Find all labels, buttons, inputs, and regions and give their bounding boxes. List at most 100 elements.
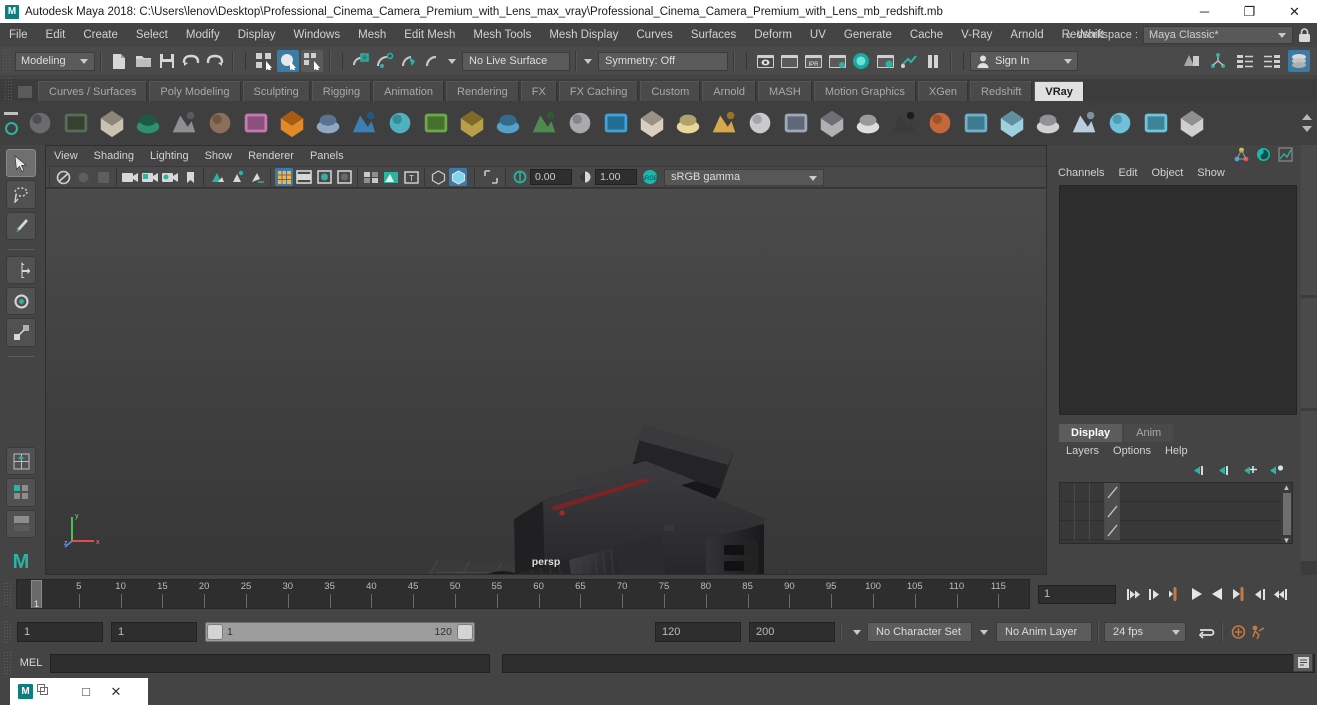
lasso-select-tool[interactable]	[6, 180, 36, 209]
hypershade-icon[interactable]	[850, 50, 872, 72]
channel-box-icon[interactable]	[1261, 50, 1283, 72]
fps-dropdown[interactable]: 24 fps	[1104, 622, 1186, 642]
menu-windows[interactable]: Windows	[284, 23, 349, 47]
camera-near-clip-icon[interactable]	[141, 168, 159, 186]
render-current-frame-icon[interactable]	[778, 50, 800, 72]
time-cursor[interactable]: 1	[31, 580, 42, 608]
vray-light-dome-icon[interactable]	[816, 107, 848, 139]
show-manipulator-icon[interactable]	[1234, 147, 1249, 162]
statusline-grip[interactable]	[2, 49, 11, 73]
play-backwards-icon[interactable]	[1186, 583, 1206, 605]
vray-cloud-icon[interactable]	[1140, 107, 1172, 139]
shelf-tab-rendering[interactable]: Rendering	[446, 81, 519, 101]
render-setup-icon[interactable]	[898, 50, 920, 72]
render-sequence-icon[interactable]	[874, 50, 896, 72]
vscroll-thumb[interactable]	[1282, 493, 1291, 535]
layer-menu-options[interactable]: Options	[1106, 442, 1158, 460]
go-to-end-icon[interactable]	[1270, 583, 1290, 605]
character-set-field[interactable]: No Character Set	[867, 622, 972, 642]
shelf-tab-fx-caching[interactable]: FX Caching	[558, 81, 639, 101]
channel-menu-show[interactable]: Show	[1190, 163, 1232, 183]
vray-fur-icon[interactable]	[564, 107, 596, 139]
vray-sphere-fade-icon[interactable]	[600, 107, 632, 139]
vray-light-ies-icon[interactable]	[852, 107, 884, 139]
menu-mesh-display[interactable]: Mesh Display	[540, 23, 627, 47]
vray-plane-icon[interactable]	[708, 107, 740, 139]
layer-menu-layers[interactable]: Layers	[1059, 442, 1106, 460]
menu-file[interactable]: File	[0, 23, 37, 47]
taskbar-maximize-button[interactable]: □	[71, 684, 101, 699]
shelf-tab-vray[interactable]: VRay	[1034, 81, 1084, 101]
range-end-handle[interactable]	[457, 624, 473, 640]
vray-displacement-icon[interactable]	[348, 107, 380, 139]
undo-icon[interactable]	[180, 50, 202, 72]
shelf-tab-arnold[interactable]: Arnold	[702, 81, 757, 101]
symmetry-dropdown[interactable]	[584, 58, 592, 64]
menu-edit[interactable]: Edit	[37, 23, 75, 47]
step-back-frame-icon[interactable]	[1165, 583, 1185, 605]
camera-icon[interactable]	[121, 168, 139, 186]
menu-set-dropdown[interactable]: Modeling	[15, 51, 95, 71]
channel-menu-edit[interactable]: Edit	[1111, 163, 1144, 183]
vray-blend-icon[interactable]	[960, 107, 992, 139]
layer-menu-help[interactable]: Help	[1158, 442, 1195, 460]
layer-shading-toggle[interactable]	[1090, 501, 1105, 521]
layer-shading-toggle[interactable]	[1090, 483, 1105, 502]
command-language-label[interactable]: MEL	[14, 657, 48, 669]
layer-list-vscrollbar[interactable]: ▲ ▼	[1281, 483, 1292, 543]
menu-uv[interactable]: UV	[801, 23, 835, 47]
new-layer-from-selected-icon[interactable]	[1269, 464, 1285, 477]
open-scene-icon[interactable]	[132, 50, 154, 72]
shelf-tab-poly-modeling[interactable]: Poly Modeling	[149, 81, 241, 101]
menu-mesh-tools[interactable]: Mesh Tools	[464, 23, 540, 47]
range-slider-bar[interactable]: 1 120	[205, 622, 475, 642]
layer-row[interactable]	[1060, 483, 1292, 502]
image-plane-icon[interactable]	[208, 168, 226, 186]
select-tool[interactable]	[6, 149, 36, 178]
select-by-component-icon[interactable]	[301, 50, 323, 72]
copy-icon[interactable]	[37, 684, 49, 699]
viewport-menu-panels[interactable]: Panels	[302, 146, 352, 166]
layer-tab-anim[interactable]: Anim	[1124, 424, 1174, 442]
select-camera-icon[interactable]	[54, 168, 72, 186]
vertical-tab-attribute-editor[interactable]	[1301, 411, 1317, 561]
snap-to-grid-icon[interactable]	[350, 50, 372, 72]
camera-attributes-icon[interactable]	[94, 168, 112, 186]
step-back-key-icon[interactable]	[1144, 583, 1164, 605]
menu-generate[interactable]: Generate	[835, 23, 901, 47]
layer-tab-display[interactable]: Display	[1059, 424, 1123, 442]
vray-proxy-icon[interactable]	[384, 107, 416, 139]
save-scene-icon[interactable]	[156, 50, 178, 72]
range-grip[interactable]	[3, 620, 12, 644]
vray-vfb-icon[interactable]	[1032, 107, 1064, 139]
exposure-field[interactable]: 0.00	[530, 169, 572, 185]
snap-to-view-plane-icon[interactable]	[422, 50, 444, 72]
animation-preferences-icon[interactable]	[1248, 621, 1268, 643]
shelf-scroll-up-icon[interactable]	[1302, 114, 1312, 120]
vray-mtl-icon[interactable]	[924, 107, 956, 139]
render-settings-icon[interactable]	[826, 50, 848, 72]
camera-far-clip-icon[interactable]	[161, 168, 179, 186]
shelf-tab-sculpting[interactable]: Sculpting	[242, 81, 310, 101]
viewport-menu-lighting[interactable]: Lighting	[142, 146, 197, 166]
taskbar-window-entry[interactable]: M □ ✕	[10, 678, 148, 705]
move-tool[interactable]	[6, 255, 36, 285]
new-scene-icon[interactable]	[108, 50, 130, 72]
shelf-tab-animation[interactable]: Animation	[373, 81, 445, 101]
layer-playback-toggle[interactable]	[1075, 483, 1090, 502]
render-view-icon[interactable]	[754, 50, 776, 72]
select-by-hierarchy-icon[interactable]	[253, 50, 275, 72]
lock-icon[interactable]	[1298, 27, 1311, 43]
vray-fire-icon[interactable]	[312, 107, 344, 139]
outliner-icon[interactable]	[1180, 50, 1202, 72]
current-frame-field[interactable]: 1	[1038, 584, 1116, 604]
go-to-start-icon[interactable]	[1123, 583, 1143, 605]
shelf-tab-curves-surfaces[interactable]: Curves / Surfaces	[38, 81, 148, 101]
layer-visibility-toggle[interactable]	[1060, 501, 1075, 521]
vertical-tab-channel-box-layer-editor[interactable]	[1301, 145, 1317, 295]
layer-color-swatch[interactable]	[1105, 520, 1120, 540]
modeling-toolkit-icon[interactable]	[1288, 50, 1310, 72]
vray-toon-icon[interactable]	[132, 107, 164, 139]
gate-mask-icon[interactable]	[335, 168, 353, 186]
menu-deform[interactable]: Deform	[745, 23, 801, 47]
